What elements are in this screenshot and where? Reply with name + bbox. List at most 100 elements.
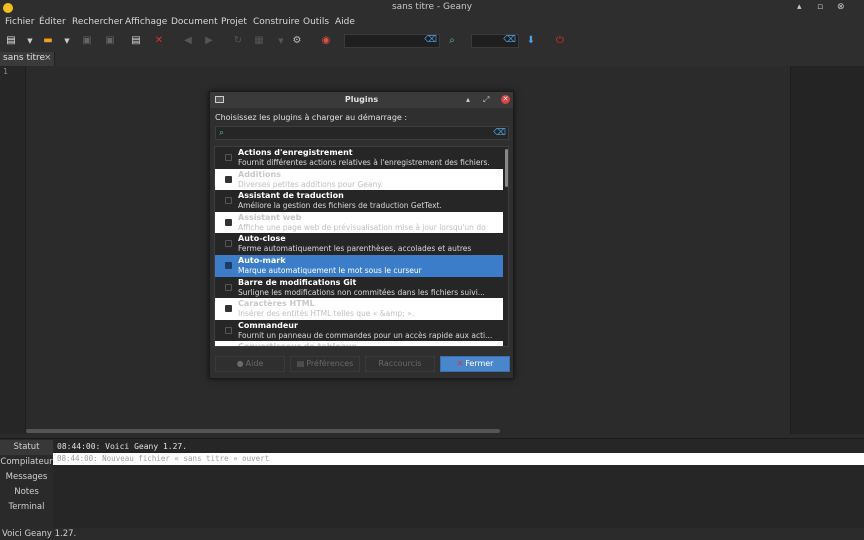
back-icon[interactable]: ◀ [181,34,195,48]
toolbar-search-input[interactable]: ⌫ [344,34,440,48]
plugin-description: Fournit différentes actions relatives à … [238,158,490,167]
minimize-button[interactable]: ▴ [797,2,802,12]
tab-compilateur[interactable]: Compilateur [0,455,53,470]
window-title: sans titre - Geany [391,2,473,12]
plugin-checkbox[interactable] [225,197,232,205]
plugin-row[interactable]: Actions d'enregistrement Fournit différen… [215,147,503,169]
tab-label: sans titre [3,53,46,63]
plugin-name: Auto-mark [238,256,286,265]
plugin-list-scrollbar[interactable] [505,149,508,187]
log-line: 08:44:00: Voici Geany 1.27. [57,442,188,451]
plugin-checkbox[interactable] [225,175,232,183]
new-file-dropdown-icon[interactable]: ▼ [23,34,37,48]
tab-messages[interactable]: Messages [0,470,53,485]
plugin-checkbox[interactable] [225,218,232,226]
plugin-name: Convertisseur de tableaux [238,342,357,347]
dialog-prompt: Choisissez les plugins à charger au déma… [215,113,408,122]
plugin-row[interactable]: Assistant web Affiche une page web de pré… [215,211,503,234]
clear-goto-icon[interactable]: ⌫ [503,35,516,45]
dialog-close-icon[interactable]: ✕ [501,95,510,104]
plugin-name: Commandeur [238,320,298,330]
plugin-list[interactable]: Actions d'enregistrement Fournit différen… [214,146,509,347]
menu-projet[interactable]: Projet [221,17,247,27]
editor-right-margin [790,66,864,434]
clear-search-icon[interactable]: ⌫ [424,35,437,45]
plugin-checkbox[interactable] [225,305,232,313]
document-tabbar: sans titre × [0,52,864,66]
plugin-checkbox[interactable] [225,240,232,248]
plugin-name: Assistant web [238,212,302,222]
menu-construire[interactable]: Construire [253,17,300,27]
plugin-row[interactable]: Assistant de traduction Améliore la gesti… [215,190,503,212]
menu-fichier[interactable]: Fichier [5,17,34,27]
revert-icon[interactable]: ▤ [129,34,143,48]
compile-icon[interactable]: ↻ [231,34,245,48]
open-dropdown-icon[interactable]: ▼ [60,34,74,48]
plugin-checkbox[interactable] [225,154,232,161]
maximize-button[interactable]: ▫ [817,2,823,12]
clear-search-icon[interactable]: ⌫ [493,128,506,138]
plugin-row[interactable]: Convertisseur de tableaux [215,341,503,347]
plugin-description: Surligne les modifications non commitées… [238,287,485,297]
plugin-description: Insérer des entités HTML telles que « &a… [238,309,415,319]
plugin-row[interactable]: Barre de modifications Git Surligne les m… [215,277,503,299]
plugin-checkbox[interactable] [225,326,232,334]
color-chooser-icon[interactable]: ◉ [319,34,333,48]
log-line: 08:44:00: Nouveau fichier « sans titre »… [53,453,864,465]
status-log[interactable]: 08:44:00: Voici Geany 1.27. 08:44:00: No… [53,439,864,529]
toolbar: ▤ ▼ ▬ ▼ ▣ ▣ ▤ ✕ ◀ ▶ ↻ ▦ ▼ ⚙ ◉ ⌫ ⌕ ⌫ ⬇ ⏻ [0,30,864,52]
tab-notes[interactable]: Notes [0,485,53,500]
tab-terminal[interactable]: Terminal [0,500,53,515]
menu-document[interactable]: Document [171,17,218,27]
plugin-name: Barre de modifications Git [238,277,357,287]
plugin-row[interactable]: Additions Diverses petites additions pour… [215,168,503,191]
tab-close-icon[interactable]: × [44,53,52,63]
message-panel: Statut Compilateur Messages Notes Termin… [0,438,864,529]
forward-icon[interactable]: ▶ [202,34,216,48]
close-file-icon[interactable]: ✕ [152,34,166,48]
plugin-checkbox[interactable] [225,262,232,269]
save-icon[interactable]: ▣ [80,34,94,48]
jump-to-line-icon[interactable]: ⬇ [524,34,538,48]
tab-sans-titre[interactable]: sans titre × [0,52,55,66]
menu-aide[interactable]: Aide [335,17,355,27]
tab-statut[interactable]: Statut [0,440,53,455]
dialog-maximize-icon[interactable]: ⤢ [483,95,489,105]
plugin-row[interactable]: Commandeur Fournit un panneau de commande… [215,320,503,342]
statusbar: Voici Geany 1.27. [0,528,864,540]
menu-editer[interactable]: Éditer [39,17,66,27]
save-all-icon[interactable]: ▣ [103,34,117,48]
menu-outils[interactable]: Outils [303,17,329,27]
quit-icon[interactable]: ⏻ [553,34,567,48]
help-icon: ● [236,359,244,368]
plugin-name: Assistant de traduction [238,191,344,201]
build-dropdown-icon[interactable]: ▼ [274,34,288,48]
find-icon[interactable]: ⌕ [445,34,459,48]
close-window-button[interactable]: ⊗ [837,2,845,12]
preferences-icon[interactable]: ⚙ [290,34,304,48]
plugin-name: Auto-close [238,234,286,244]
new-file-icon[interactable]: ▤ [4,34,18,48]
statusbar-text: Voici Geany 1.27. [2,529,77,539]
open-folder-icon[interactable]: ▬ [41,34,55,48]
plugin-row[interactable]: Auto-mark Marque automatiquement le mot s… [215,255,503,277]
menubar: Fichier Éditer Rechercher Affichage Docu… [0,16,864,30]
goto-line-input[interactable]: ⌫ [471,34,519,48]
plugin-checkbox[interactable] [225,283,232,291]
close-button[interactable]: ✕ Fermer [440,356,510,372]
horizontal-scrollbar[interactable] [26,429,500,433]
shortcuts-button[interactable]: Raccourcis [365,356,435,372]
plugin-name: Caractères HTML [238,299,315,309]
preferences-icon: ▤ [296,359,305,368]
preferences-button[interactable]: ▤ Préférences [290,356,360,372]
plugin-row[interactable]: Caractères HTML Insérer des entités HTML … [215,298,503,320]
plugin-row[interactable]: Auto-close Ferme automatiquement les pare… [215,233,503,255]
help-button[interactable]: ● Aide [215,356,285,372]
dialog-minimize-icon[interactable]: ▴ [466,95,470,104]
menu-affichage[interactable]: Affichage [125,17,167,27]
search-icon: ⌕ [219,128,225,138]
menu-rechercher[interactable]: Rechercher [72,17,123,27]
plugin-search-input[interactable]: ⌕ ⌫ [215,126,509,140]
build-icon[interactable]: ▦ [252,34,266,48]
plugin-description: Affiche une page web de prévisualisation… [238,222,486,232]
